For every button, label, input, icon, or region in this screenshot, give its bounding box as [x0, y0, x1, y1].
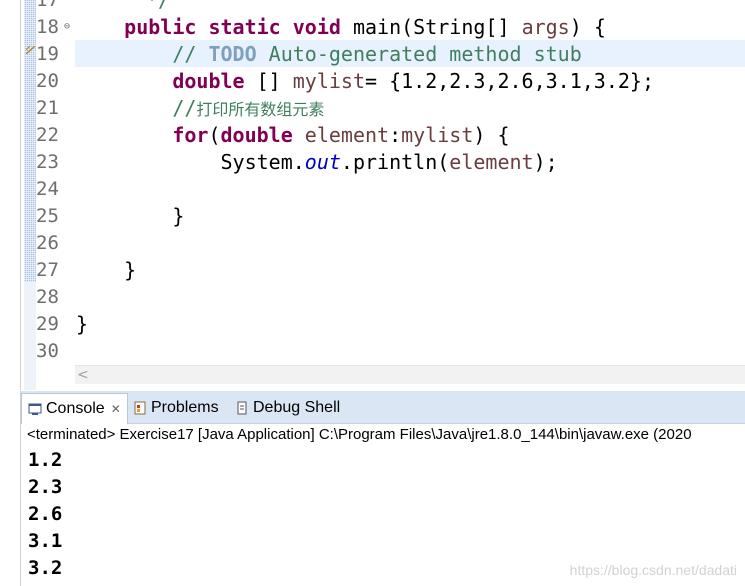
- output-line: 1.2: [28, 449, 63, 471]
- tab-label: Console: [46, 400, 105, 417]
- code-line: }: [76, 312, 89, 336]
- output-line: 3.2: [28, 557, 63, 579]
- code-line: System.out.println(element);: [220, 150, 558, 174]
- line-number: 17: [36, 0, 59, 11]
- line-number: 19: [36, 43, 59, 65]
- code-line: }: [76, 258, 137, 282]
- line-number: 28: [36, 286, 59, 308]
- bookmark-marker-icon[interactable]: [26, 46, 35, 54]
- line-number: 22: [36, 124, 59, 146]
- debug-shell-icon: [235, 401, 249, 415]
- code-line: //打印所有数组元素: [172, 96, 325, 120]
- line-number: 23: [36, 151, 59, 173]
- view-tab-bar: Console ✕ Problems Debug Shell: [21, 391, 745, 424]
- fold-toggle-icon[interactable]: ⊖: [64, 22, 70, 32]
- close-icon[interactable]: ✕: [111, 402, 121, 416]
- watermark: https://blog.csdn.net/dadati: [569, 562, 737, 578]
- code-line: }: [76, 204, 185, 228]
- overview-ruler: [24, 0, 36, 282]
- code-line: public static void main(String[] args) {: [124, 15, 606, 39]
- tab-debug-shell[interactable]: Debug Shell: [235, 393, 340, 423]
- tab-console[interactable]: Console ✕: [21, 393, 128, 424]
- line-number: 25: [36, 205, 59, 227]
- code-line: // TODO Auto-generated method stub: [172, 42, 582, 66]
- tab-label: Debug Shell: [253, 399, 341, 416]
- line-number: 27: [36, 259, 59, 281]
- line-number: 26: [36, 232, 59, 254]
- code-line: */: [146, 0, 171, 12]
- tab-label: Problems: [151, 399, 219, 416]
- line-number: 29: [36, 313, 59, 335]
- problems-icon: [133, 401, 147, 415]
- code-line: double [] mylist= {1.2,2.3,2.6,3.1,3.2};: [172, 69, 654, 93]
- tab-problems[interactable]: Problems: [133, 393, 219, 423]
- line-number: 20: [36, 70, 59, 92]
- line-number: 18: [36, 16, 59, 38]
- line-number: 24: [36, 178, 59, 200]
- console-panel: Console ✕ Problems Debug Shell <terminat…: [20, 391, 745, 586]
- console-status-line: <terminated> Exercise17 [Java Applicatio…: [27, 426, 692, 443]
- console-icon: [28, 402, 42, 416]
- output-line: 3.1: [28, 530, 63, 552]
- line-number: 30: [36, 340, 59, 362]
- output-line: 2.3: [28, 476, 63, 498]
- overview-ruler-empty: [24, 282, 36, 390]
- output-line: 2.6: [28, 503, 63, 525]
- horizontal-scrollbar[interactable]: <: [75, 365, 745, 384]
- scroll-left-icon[interactable]: <: [77, 366, 89, 384]
- code-line: for(double element:mylist) {: [172, 123, 510, 147]
- line-number: 21: [36, 97, 59, 119]
- code-editor[interactable]: 17 18 ⊖ 19 20 21 22 23 24 25 26 27 28 29…: [0, 0, 745, 390]
